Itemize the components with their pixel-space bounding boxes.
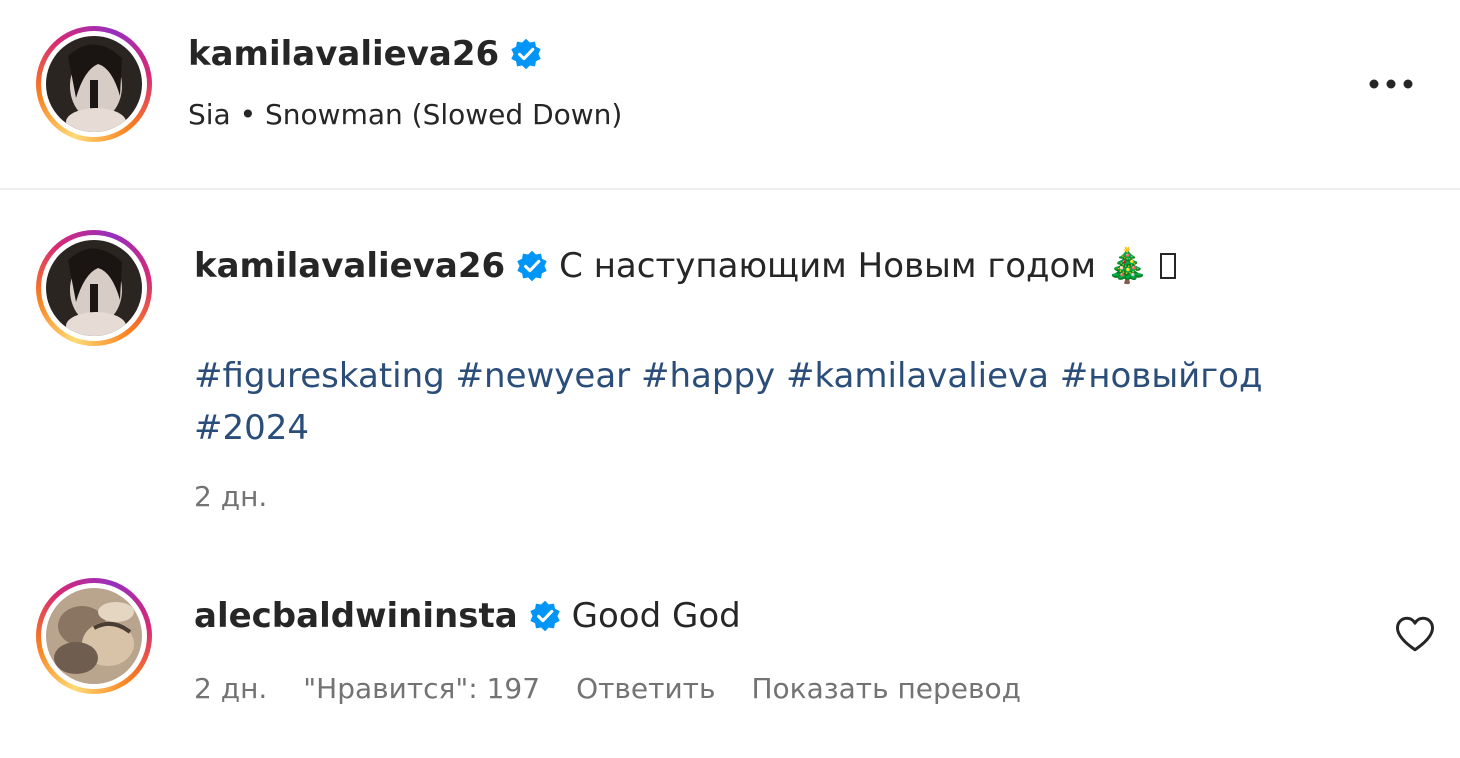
instagram-post-comments: kamilavalieva26 Sia • Snowman (Slowed Do… xyxy=(0,0,1460,758)
verified-badge-icon xyxy=(528,599,562,633)
christmas-tree-emoji: 🎄 xyxy=(1105,246,1149,286)
post-header: kamilavalieva26 Sia • Snowman (Slowed Do… xyxy=(0,0,1460,190)
hashtag-link[interactable]: #kamilavalieva xyxy=(786,356,1049,396)
show-translation-button[interactable]: Показать перевод xyxy=(751,672,1021,705)
username-link[interactable]: kamilavalieva26 xyxy=(188,34,499,74)
missing-glyph-box xyxy=(1160,253,1177,279)
post-author: kamilavalieva26 xyxy=(188,34,543,74)
heart-icon xyxy=(1396,616,1434,652)
caption-hashtags: #figureskating #newyear #happy #kamilava… xyxy=(194,350,1344,454)
hashtag-link[interactable]: #новыйгод xyxy=(1060,356,1263,396)
comment-meta: 2 дн. "Нравится": 197 Ответить Показать … xyxy=(194,672,1021,705)
verified-badge-icon xyxy=(515,249,549,283)
comment-timestamp[interactable]: 2 дн. xyxy=(194,672,267,705)
comment: alecbaldwininsta Good God xyxy=(194,596,741,636)
like-comment-button[interactable] xyxy=(1394,614,1436,654)
avatar xyxy=(46,36,142,132)
comment-text: Good God xyxy=(571,596,741,636)
story-avatar-ring[interactable] xyxy=(36,26,152,142)
caption: kamilavalieva26 С наступающим Новым годо… xyxy=(194,246,1177,286)
reply-button[interactable]: Ответить xyxy=(576,672,715,705)
hashtag-link[interactable]: #happy xyxy=(641,356,775,396)
caption-username-link[interactable]: kamilavalieva26 xyxy=(194,246,505,286)
caption-timestamp[interactable]: 2 дн. xyxy=(194,480,267,513)
avatar xyxy=(46,240,142,336)
more-options-button[interactable] xyxy=(1364,64,1418,104)
verified-badge-icon xyxy=(509,37,543,71)
caption-avatar-ring[interactable] xyxy=(36,230,152,346)
avatar xyxy=(46,588,142,684)
audio-track-link[interactable]: Sia • Snowman (Slowed Down) xyxy=(188,98,622,131)
more-horizontal-icon xyxy=(1369,79,1413,89)
caption-text: С наступающим Новым годом xyxy=(559,246,1096,286)
hashtag-link[interactable]: #newyear xyxy=(456,356,631,396)
comment-avatar-ring[interactable] xyxy=(36,578,152,694)
comment-username-link[interactable]: alecbaldwininsta xyxy=(194,596,518,636)
hashtag-link[interactable]: #2024 xyxy=(194,408,309,448)
hashtag-link[interactable]: #figureskating xyxy=(194,356,445,396)
likes-count-button[interactable]: "Нравится": 197 xyxy=(303,672,540,705)
